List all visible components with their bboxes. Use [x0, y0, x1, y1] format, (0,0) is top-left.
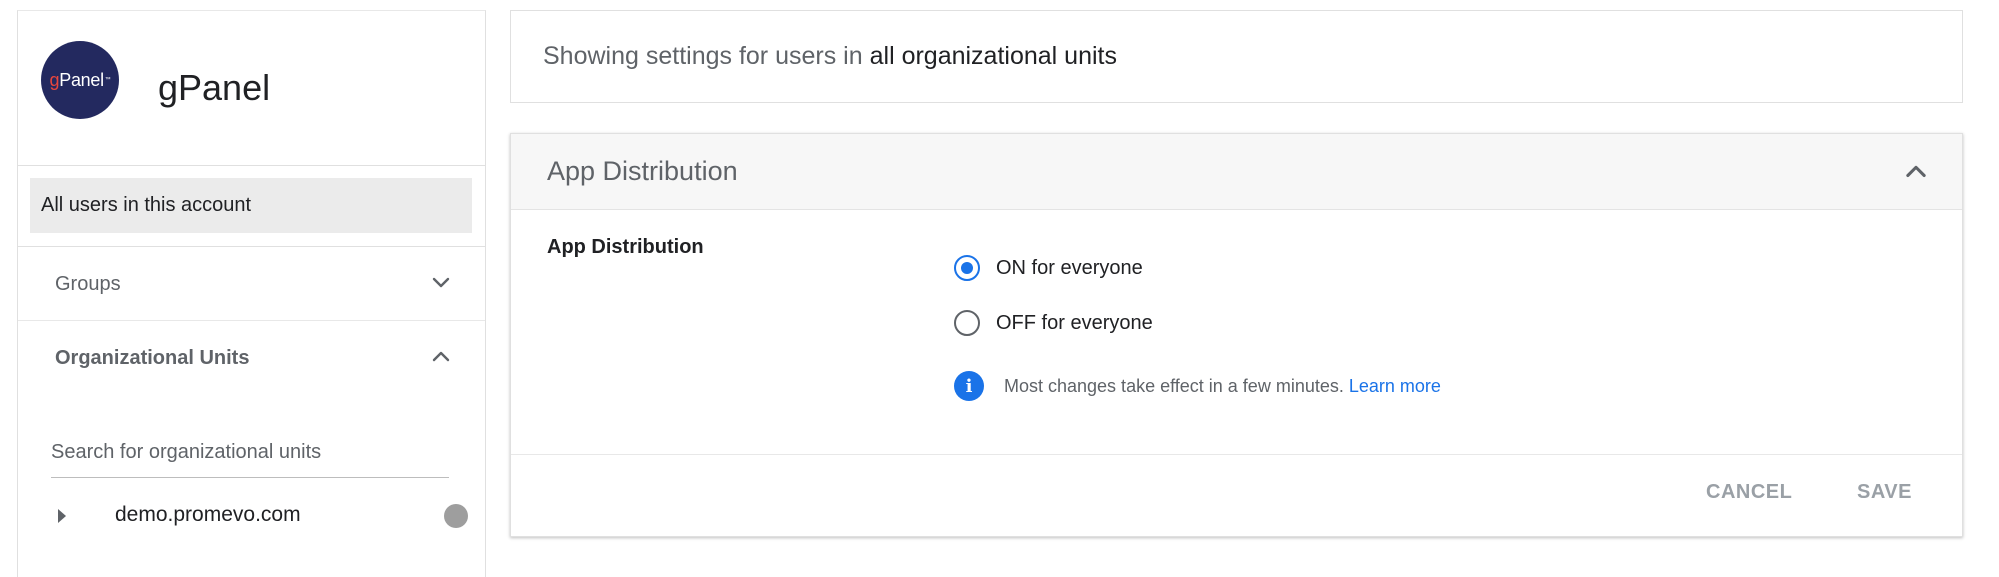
all-users-item[interactable]: All users in this account: [30, 178, 472, 233]
card-title: App Distribution: [547, 156, 738, 186]
option-on-for-everyone[interactable]: ON for everyone: [954, 251, 1143, 285]
card-footer: CANCEL SAVE: [511, 454, 1962, 536]
setting-label: App Distribution: [547, 236, 704, 258]
option-off-for-everyone[interactable]: OFF for everyone: [954, 306, 1153, 340]
info-note: i Most changes take effect in a few minu…: [954, 370, 1441, 402]
org-unit-search: [51, 431, 449, 478]
chevron-up-icon: [432, 351, 450, 362]
scope-banner-prefix: Showing settings for users in: [543, 42, 863, 70]
groups-label: Groups: [55, 273, 121, 295]
all-users-section: All users in this account: [18, 166, 485, 247]
chevron-up-icon[interactable]: [1902, 158, 1930, 186]
gpanel-logo: g Panel ™: [41, 41, 119, 119]
status-dot-icon: [444, 504, 468, 528]
cancel-button[interactable]: CANCEL: [1706, 481, 1792, 504]
scope-banner: Showing settings for users in all organi…: [510, 10, 1963, 103]
save-button[interactable]: SAVE: [1857, 481, 1912, 504]
radio-off[interactable]: [954, 310, 980, 336]
org-units-section-toggle[interactable]: Organizational Units: [18, 321, 485, 394]
card-header[interactable]: App Distribution: [511, 134, 1962, 210]
brand-header: g Panel ™ gPanel: [18, 11, 485, 166]
tree-item-root-ou[interactable]: demo.promevo.com: [58, 496, 468, 536]
scope-banner-scope[interactable]: all organizational units: [870, 42, 1117, 71]
caret-right-icon[interactable]: [58, 509, 66, 523]
org-units-label: Organizational Units: [55, 347, 250, 369]
sidebar: g Panel ™ gPanel All users in this account…: [17, 10, 486, 577]
org-unit-search-input[interactable]: [51, 431, 449, 473]
chevron-down-icon: [432, 277, 450, 288]
app-distribution-card: App Distribution App Distribution ON for…: [510, 133, 1963, 537]
info-text: Most changes take effect in a few minute…: [1004, 375, 1344, 396]
radio-on-selected[interactable]: [954, 255, 980, 281]
learn-more-link[interactable]: Learn more: [1349, 376, 1441, 397]
groups-section-toggle[interactable]: Groups: [18, 247, 485, 321]
tree-item-label: demo.promevo.com: [115, 503, 301, 526]
info-icon: i: [954, 371, 984, 401]
option-label: OFF for everyone: [996, 311, 1153, 334]
option-label: ON for everyone: [996, 256, 1143, 279]
app-name: gPanel: [158, 67, 271, 108]
